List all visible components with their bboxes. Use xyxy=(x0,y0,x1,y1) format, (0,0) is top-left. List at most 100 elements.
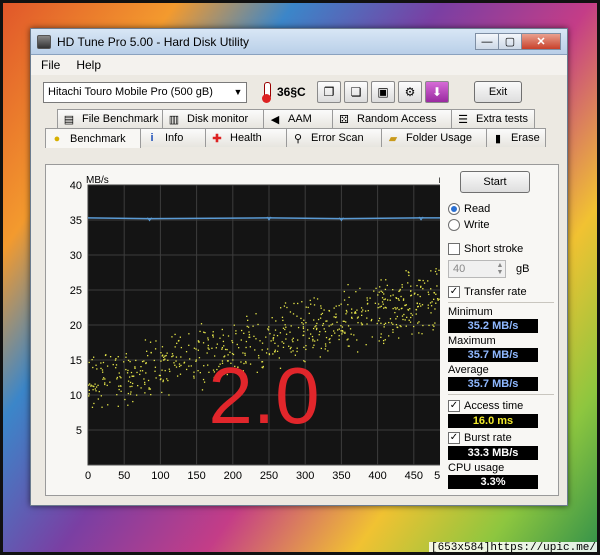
access-time-point xyxy=(410,316,412,319)
access-time-point xyxy=(171,355,173,358)
access-time-point xyxy=(140,365,142,368)
copy-screenshot-button[interactable]: ❏ xyxy=(344,81,368,103)
access-time-point xyxy=(385,279,387,281)
access-time-point xyxy=(161,346,164,348)
access-time-point xyxy=(150,351,152,354)
access-time-point xyxy=(365,344,367,346)
access-time-point xyxy=(212,336,214,338)
start-button[interactable]: Start xyxy=(460,171,530,193)
tab-disk-monitor[interactable]: ▥ Disk monitor xyxy=(162,109,264,128)
access-time-point xyxy=(224,348,227,351)
exit-button[interactable]: Exit xyxy=(474,81,522,103)
spinner-icon[interactable]: ▲ ▼ xyxy=(495,262,505,276)
transfer-rate-option[interactable]: ✓ Transfer rate xyxy=(448,284,554,299)
tab-erase[interactable]: ▮ Erase xyxy=(486,128,546,147)
tab-label: Info xyxy=(165,132,184,144)
minimize-button[interactable]: — xyxy=(475,33,499,50)
write-radio[interactable] xyxy=(448,218,460,231)
maximum-value: 35.7 MB/s xyxy=(448,348,538,362)
access-time-point xyxy=(144,381,146,384)
short-stroke-option[interactable]: Short stroke xyxy=(448,241,554,256)
drive-select[interactable]: Hitachi Touro Mobile Pro (500 gB) ▼ xyxy=(43,81,247,103)
access-time-point xyxy=(115,364,118,366)
tab-health[interactable]: ✚ Health xyxy=(205,128,287,147)
access-time-point xyxy=(90,385,92,387)
access-time-point xyxy=(324,348,326,350)
save-button[interactable]: ▣ xyxy=(371,81,395,103)
access-time-point xyxy=(366,317,368,319)
tab-label: AAM xyxy=(288,113,312,125)
access-time-point xyxy=(394,311,396,314)
tab-benchmark[interactable]: ● Benchmark xyxy=(45,128,141,148)
menu-file[interactable]: File xyxy=(41,58,60,72)
access-time-point xyxy=(405,325,407,327)
access-time-point xyxy=(296,315,298,317)
transfer-rate-checkbox[interactable]: ✓ xyxy=(448,285,460,298)
write-option[interactable]: Write xyxy=(448,217,554,232)
copy-text-button[interactable]: ❐ xyxy=(317,81,341,103)
access-time-point xyxy=(319,331,321,333)
access-time-point xyxy=(193,347,196,349)
tab-extra-tests[interactable]: ☰ Extra tests xyxy=(451,109,535,128)
access-time-point xyxy=(392,323,394,325)
access-time-point xyxy=(341,333,343,335)
access-time-point xyxy=(395,308,397,310)
tab-info[interactable]: i Info xyxy=(140,128,206,147)
benchmark-chart: 0 50 100 150 200 250 300 350 400 450 500gB 5 10 15 20 2… xyxy=(70,175,440,482)
access-time-point xyxy=(253,335,255,337)
access-time-point xyxy=(305,322,307,324)
access-time-point xyxy=(211,347,213,349)
access-time-point xyxy=(382,339,385,342)
read-radio[interactable] xyxy=(448,202,460,215)
title-bar[interactable]: HD Tune Pro 5.00 - Hard Disk Utility — ▢… xyxy=(31,29,567,55)
short-stroke-input[interactable]: 40 ▲ ▼ xyxy=(448,260,506,278)
tab-folder-usage[interactable]: ▰ Folder Usage xyxy=(381,128,487,147)
access-time-point xyxy=(343,290,345,293)
maximize-button[interactable]: ▢ xyxy=(498,33,522,50)
access-time-point xyxy=(433,298,435,300)
access-time-point xyxy=(383,293,385,295)
access-time-point xyxy=(269,333,271,335)
file-icon: ▤ xyxy=(63,113,75,126)
access-time-point xyxy=(233,324,235,326)
tab-aam[interactable]: ◀ AAM xyxy=(263,109,333,128)
y-left-unit: MB/s xyxy=(86,175,109,186)
access-time-point xyxy=(139,373,141,376)
options-button[interactable]: ⚙ xyxy=(398,81,422,103)
access-time-point xyxy=(272,337,274,339)
access-time-label: Access time xyxy=(464,399,524,412)
access-time-point xyxy=(317,318,320,321)
maximum-label: Maximum xyxy=(448,335,496,347)
tab-error-scan[interactable]: ⚲ Error Scan xyxy=(286,128,382,147)
access-time-checkbox[interactable]: ✓ xyxy=(448,399,460,412)
read-option[interactable]: Read xyxy=(448,201,554,216)
burst-rate-checkbox[interactable]: ✓ xyxy=(448,431,460,444)
access-time-point xyxy=(356,339,358,341)
access-time-option[interactable]: ✓ Access time xyxy=(448,398,554,413)
short-stroke-checkbox[interactable] xyxy=(448,242,460,255)
chevron-down-icon[interactable]: ▼ xyxy=(230,87,246,97)
close-button[interactable]: ✕ xyxy=(521,33,561,50)
access-time-point xyxy=(361,314,363,317)
tab-random-access[interactable]: ⚄ Random Access xyxy=(332,109,452,128)
access-time-point xyxy=(374,302,377,304)
access-time-point xyxy=(199,371,201,374)
access-time-point xyxy=(188,365,190,367)
access-time-point xyxy=(316,327,318,329)
tab-file-benchmark[interactable]: ▤ File Benchmark xyxy=(57,109,163,128)
access-time-point xyxy=(179,373,182,375)
write-label: Write xyxy=(464,218,490,231)
access-time-point xyxy=(285,333,288,335)
access-time-point xyxy=(128,376,131,378)
access-time-point xyxy=(439,298,440,300)
access-time-point xyxy=(328,309,330,312)
access-time-point xyxy=(390,295,392,297)
access-time-point xyxy=(171,336,173,338)
access-time-point xyxy=(116,394,118,396)
access-time-point xyxy=(92,356,95,358)
burst-rate-option[interactable]: ✓ Burst rate xyxy=(448,430,554,445)
download-button[interactable]: ⬇ xyxy=(425,81,449,103)
access-time-point xyxy=(322,322,325,325)
access-time-point xyxy=(392,329,394,331)
menu-help[interactable]: Help xyxy=(76,58,101,72)
